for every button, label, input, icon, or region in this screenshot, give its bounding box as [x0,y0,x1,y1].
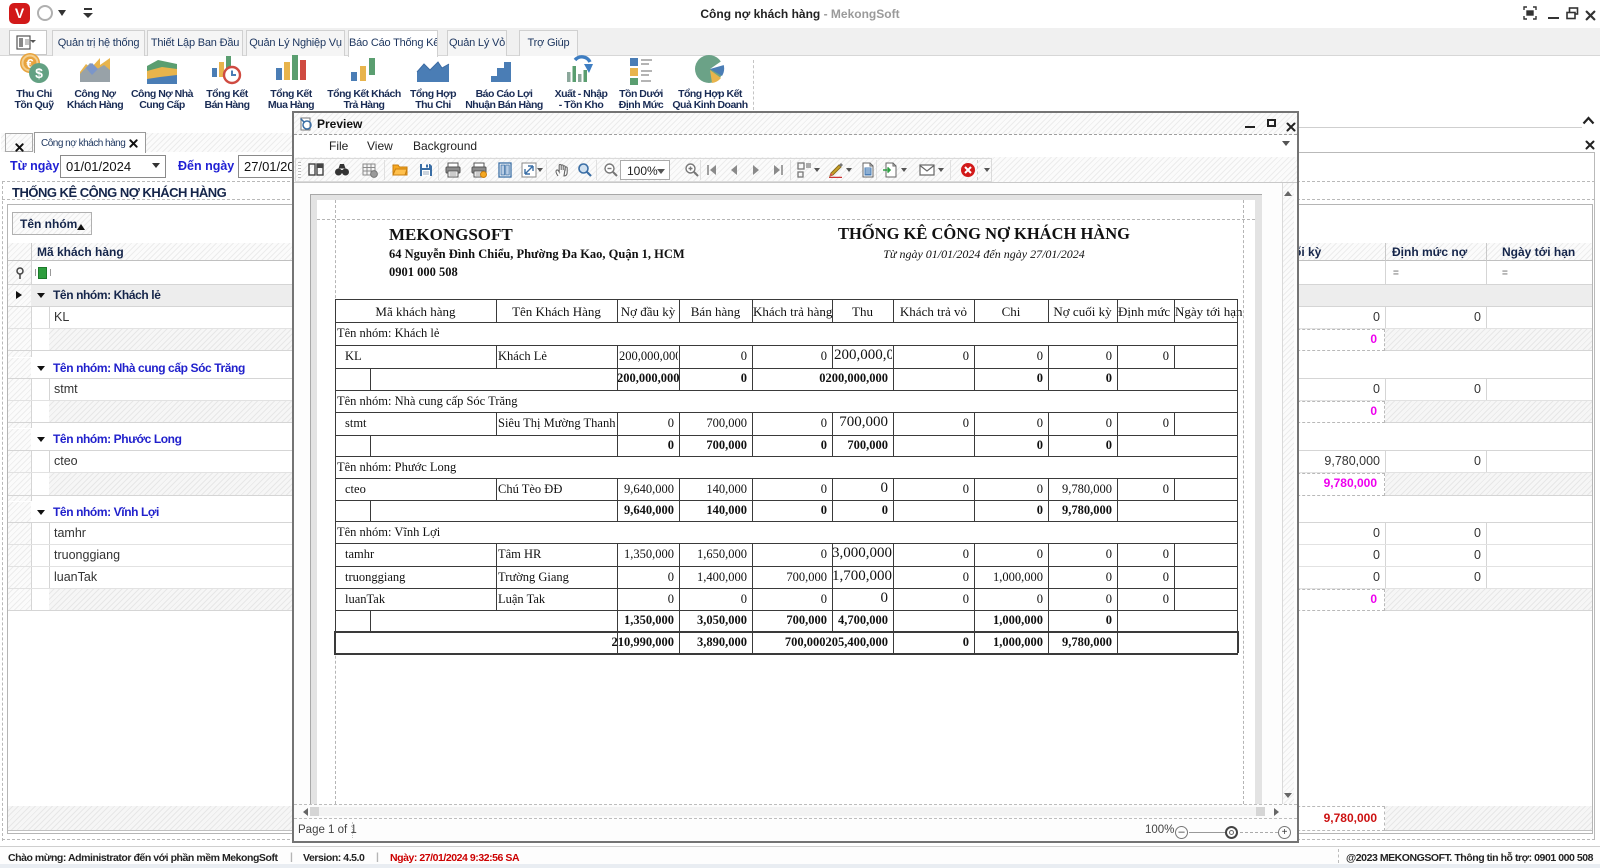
svg-text:$: $ [35,65,43,81]
